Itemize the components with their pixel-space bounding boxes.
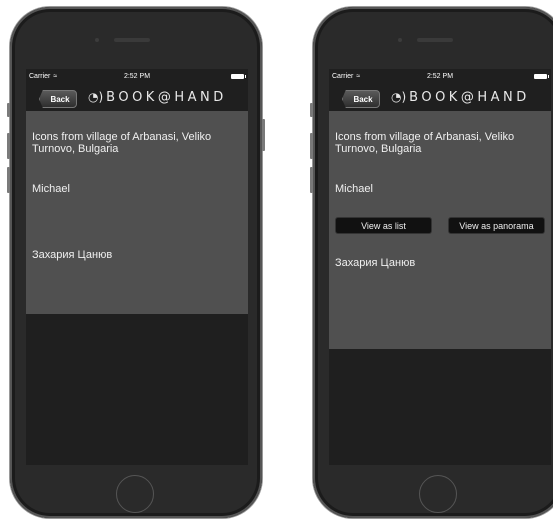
logo-text: BOOK@HAND [409, 90, 530, 105]
mute-switch [310, 103, 313, 117]
list-item[interactable]: Icons from village of Arbanasi, Veliko T… [335, 111, 545, 177]
volume-up-button [7, 133, 10, 159]
screen-left: Carrier ≈ 2:52 PM Back ◔) BOOK@HAND Icons … [26, 69, 248, 465]
item-list: Icons from village of Arbanasi, Veliko T… [26, 111, 248, 314]
mute-switch [7, 103, 10, 117]
volume-down-button [310, 167, 313, 193]
app-logo: ◔) BOOK@HAND [391, 90, 530, 105]
status-time: 2:52 PM [123, 73, 151, 80]
home-button[interactable] [419, 475, 457, 513]
power-button [262, 119, 265, 151]
book-logo-icon: ◔) [88, 90, 104, 104]
back-button[interactable]: Back [342, 90, 380, 108]
list-item-label: Icons from village of Arbanasi, Veliko T… [32, 131, 212, 155]
view-as-panorama-button[interactable]: View as panorama [448, 217, 545, 234]
list-item[interactable]: Michael [335, 177, 545, 207]
list-item[interactable]: Michael [32, 177, 242, 242]
item-actions: View as list View as panorama [335, 217, 545, 249]
list-item-label: Icons from village of Arbanasi, Veliko T… [335, 131, 515, 155]
front-camera [398, 38, 402, 42]
volume-down-button [7, 167, 10, 193]
list-item-label: Захария Цанюв [335, 257, 416, 269]
view-as-list-button[interactable]: View as list [335, 217, 432, 234]
list-item-label: Захария Цанюв [32, 249, 113, 261]
phone-frame-right: Carrier ≈ 2:52 PM Back ◔) BOOK@HAND Icons … [310, 7, 553, 518]
back-button[interactable]: Back [39, 90, 77, 108]
list-item[interactable]: Icons from village of Arbanasi, Veliko T… [32, 111, 242, 177]
nav-bar: Back ◔) BOOK@HAND [329, 85, 551, 111]
screen-right: Carrier ≈ 2:52 PM Back ◔) BOOK@HAND Icons … [329, 69, 551, 465]
app-logo: ◔) BOOK@HAND [88, 90, 227, 105]
volume-up-button [310, 133, 313, 159]
list-item-label: Michael [335, 183, 373, 195]
front-camera [95, 38, 99, 42]
battery-icon [534, 74, 549, 79]
phone-frame-left: Carrier ≈ 2:52 PM Back ◔) BOOK@HAND Icons … [7, 7, 265, 518]
status-time: 2:52 PM [426, 73, 454, 80]
list-item[interactable]: Захария Цанюв [335, 249, 545, 269]
earpiece-speaker [417, 38, 453, 42]
status-bar: Carrier ≈ 2:52 PM [26, 69, 248, 85]
status-bar: Carrier ≈ 2:52 PM [329, 69, 551, 85]
earpiece-speaker [114, 38, 150, 42]
item-list: Icons from village of Arbanasi, Veliko T… [329, 111, 551, 349]
logo-text: BOOK@HAND [106, 90, 227, 105]
nav-bar: Back ◔) BOOK@HAND [26, 85, 248, 111]
list-item[interactable]: Захария Цанюв [32, 242, 242, 261]
battery-icon [231, 74, 246, 79]
home-button[interactable] [116, 475, 154, 513]
list-item-label: Michael [32, 183, 70, 195]
book-logo-icon: ◔) [391, 90, 407, 104]
